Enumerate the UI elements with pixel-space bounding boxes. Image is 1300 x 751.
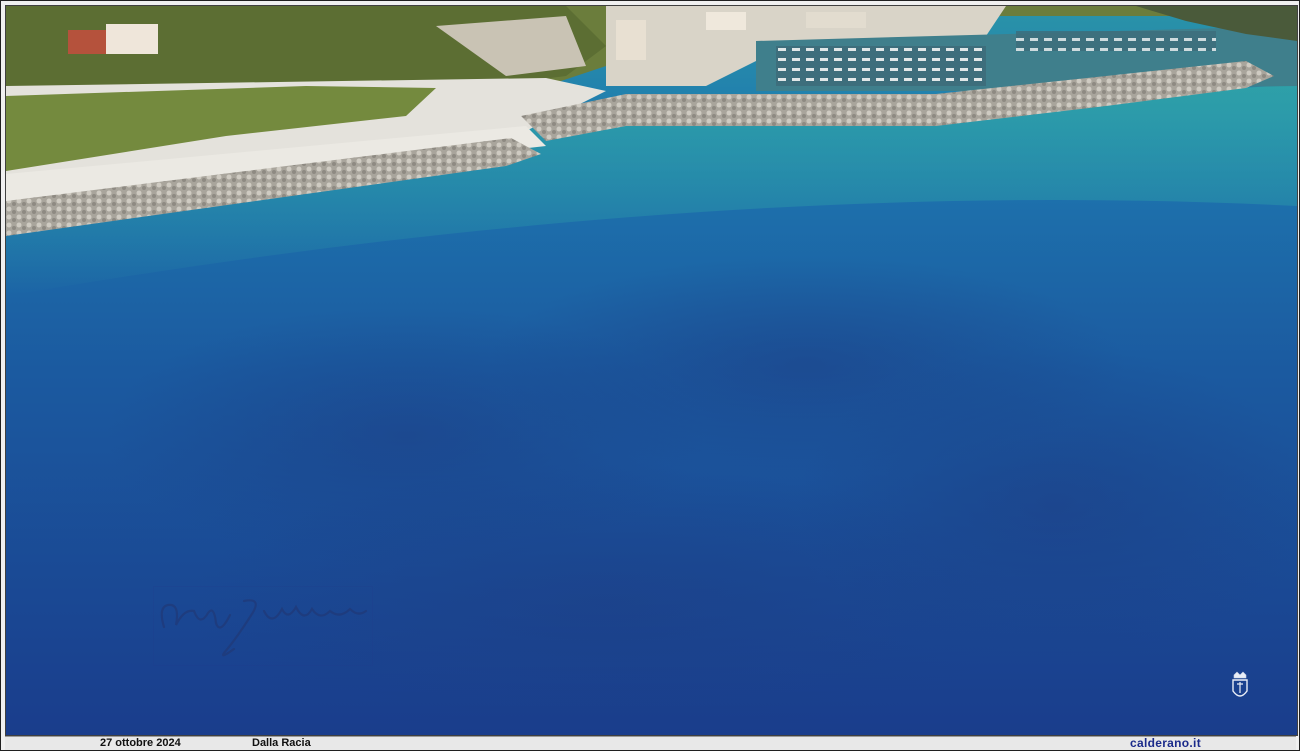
caption-date: 27 ottobre 2024: [100, 737, 181, 749]
crest-icon: [1232, 671, 1248, 697]
house: [68, 30, 108, 54]
photo-frame: 27 ottobre 2024 Dalla Racia calderano.it: [0, 0, 1300, 751]
caption-place: Dalla Racia: [252, 737, 311, 749]
caption-site-link[interactable]: calderano.it: [1130, 737, 1201, 750]
signature-watermark: [153, 586, 373, 666]
caption-bar: 27 ottobre 2024 Dalla Racia calderano.it: [5, 736, 1296, 750]
